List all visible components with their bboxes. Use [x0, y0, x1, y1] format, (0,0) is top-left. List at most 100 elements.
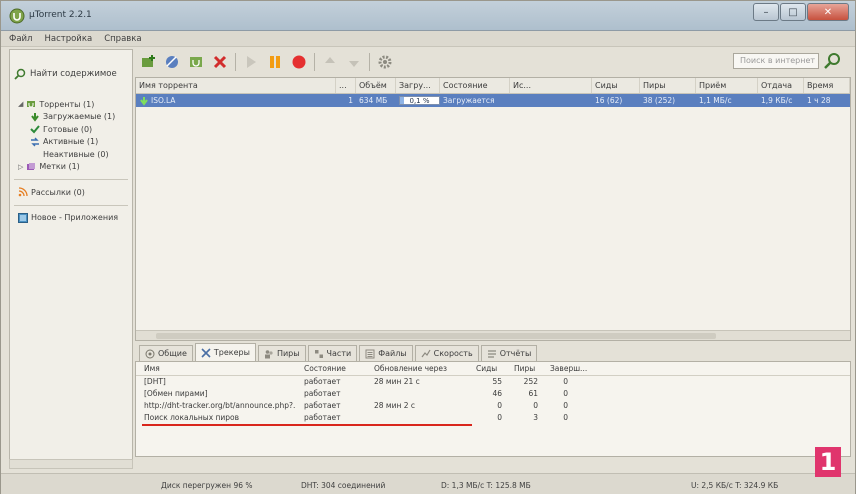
pause-button[interactable] [266, 53, 284, 71]
column-name[interactable]: Имя торрента [136, 78, 336, 93]
torrent-list-header: Имя торрента ... Объём Загру... Состояни… [136, 78, 850, 94]
column-done[interactable]: Загру... [396, 78, 440, 93]
status-dht[interactable]: DHT: 304 соединений [301, 481, 385, 490]
tab-label: Части [326, 349, 352, 358]
torrent-list-horizontal-scrollbar[interactable] [136, 330, 850, 340]
column-tracker-update[interactable]: Обновление через [366, 362, 468, 375]
column-peers[interactable]: Пиры [640, 78, 696, 93]
tracker-state: работает [304, 401, 341, 410]
add-url-button[interactable] [163, 53, 181, 71]
create-torrent-button[interactable] [187, 53, 205, 71]
sidebar-item-apps[interactable]: Новое - Приложения [10, 212, 132, 225]
status-bar: Диск перегружен 96 % DHT: 304 соединений… [1, 473, 855, 494]
tab-speed[interactable]: Скорость [414, 345, 479, 361]
column-seeds[interactable]: Сиды [592, 78, 640, 93]
close-button[interactable]: ✕ [807, 3, 849, 21]
find-content-button[interactable]: Найти содержимое [14, 56, 144, 92]
sidebar-item-labels[interactable]: ▷ Метки (1) [10, 161, 132, 174]
tracker-name: Поиск локальных пиров [144, 413, 240, 422]
sidebar-item-completed[interactable]: Готовые (0) [10, 123, 132, 136]
tracker-row[interactable]: [Обмен пирами] работает 46 61 0 [136, 388, 850, 400]
arrow-up-icon [325, 57, 335, 63]
stop-button[interactable] [290, 53, 308, 71]
minimize-button[interactable]: – [753, 3, 779, 21]
sidebar-horizontal-scrollbar[interactable] [9, 459, 133, 469]
sidebar-item-label: Неактивные (0) [43, 149, 109, 159]
trackers-table: Имя Состояние Обновление через Сиды Пиры… [135, 361, 851, 457]
torrent-row[interactable]: ISO.LA 1 634 МБ 0,1 % Загружается 16 (62… [136, 94, 850, 107]
detail-tabs: Общие Трекеры Пиры Части Файлы Скорость … [135, 343, 851, 361]
column-number[interactable]: ... [336, 78, 356, 93]
tracker-done: 0 [563, 389, 568, 398]
sidebar-item-active[interactable]: Активные (1) [10, 136, 132, 149]
downloading-arrow-icon [140, 96, 148, 106]
tracker-name: [Обмен пирами] [144, 389, 208, 398]
move-down-button[interactable] [345, 53, 363, 71]
column-tracker-done[interactable]: Заверш... [542, 362, 594, 375]
torrent-name: ISO.LA [151, 96, 176, 105]
tab-peers[interactable]: Пиры [257, 345, 306, 361]
column-up-speed[interactable]: Отдача [758, 78, 804, 93]
tab-general[interactable]: Общие [139, 345, 193, 361]
torrent-state: Загружается [443, 96, 495, 105]
torrent-eta: 1 ч 28 [807, 96, 831, 105]
column-source[interactable]: Ис... [510, 78, 592, 93]
column-tracker-peers[interactable]: Пиры [506, 362, 542, 375]
torrent-progress-cell: 0,1 % [396, 94, 440, 107]
rss-feed-icon [18, 187, 28, 197]
sidebar-item-torrents[interactable]: ◢ Торренты (1) [10, 98, 132, 111]
pause-icon [270, 56, 280, 68]
tracker-row[interactable]: http://dht-tracker.org/bt/announce.php?.… [136, 400, 850, 412]
tracker-name: [DHT] [144, 377, 166, 386]
column-tracker-seeds[interactable]: Сиды [468, 362, 506, 375]
add-url-icon [166, 56, 178, 68]
tab-trackers[interactable]: Трекеры [194, 343, 256, 361]
tracker-update: 28 мин 21 с [374, 377, 420, 386]
add-torrent-icon [142, 55, 155, 67]
speed-icon [421, 349, 431, 357]
settings-button[interactable] [376, 53, 394, 71]
find-content-label: Найти содержимое [30, 69, 117, 79]
tracker-update [366, 388, 468, 400]
trackers-header: Имя Состояние Обновление через Сиды Пиры… [136, 362, 850, 376]
sidebar-item-downloading[interactable]: Загружаемые (1) [10, 111, 132, 124]
web-search-input[interactable]: Поиск в интернет [733, 53, 819, 69]
column-eta[interactable]: Время [804, 78, 850, 93]
search-go-icon[interactable] [823, 51, 843, 71]
column-tracker-state[interactable]: Состояние [296, 362, 366, 375]
column-down-speed[interactable]: Приём [696, 78, 758, 93]
tab-label: Общие [158, 349, 187, 358]
gear-icon [378, 55, 392, 69]
menu-settings[interactable]: Настройка [44, 34, 92, 44]
tab-pieces[interactable]: Части [307, 345, 358, 361]
menu-help[interactable]: Справка [104, 34, 141, 44]
column-tracker-name[interactable]: Имя [136, 362, 296, 375]
expand-icon: ▷ [18, 162, 24, 171]
sidebar-item-inactive[interactable]: Неактивные (0) [10, 148, 132, 161]
menu-file[interactable]: Файл [9, 34, 32, 44]
tab-logger[interactable]: Отчёты [480, 345, 538, 361]
app-window: µTorrent 2.2.1 – □ ✕ Файл Настройка Спра… [0, 0, 856, 494]
status-download[interactable]: D: 1,3 МБ/с T: 125.8 МБ [441, 481, 531, 490]
add-torrent-button[interactable] [139, 53, 157, 71]
status-upload[interactable]: U: 2,5 КБ/с T: 324.9 КБ [691, 481, 778, 490]
tracker-update [366, 412, 468, 424]
remove-button[interactable] [211, 53, 229, 71]
column-status[interactable]: Состояние [440, 78, 510, 93]
toolbar-divider [235, 53, 236, 71]
tab-files[interactable]: Файлы [359, 345, 413, 361]
scrollbar-thumb[interactable] [156, 333, 716, 339]
move-up-button[interactable] [321, 53, 339, 71]
column-size[interactable]: Объём [356, 78, 396, 93]
tracker-done: 0 [563, 377, 568, 386]
apps-icon [18, 212, 28, 223]
progress-bar: 0,1 % [399, 96, 440, 105]
tracker-peers: 0 [533, 401, 538, 410]
tracker-row[interactable]: [DHT] работает 28 мин 21 с 55 252 0 [136, 376, 850, 388]
tracker-row[interactable]: Поиск локальных пиров работает 0 3 0 [136, 412, 850, 424]
category-tree: ◢ Торренты (1) Загружаемые (1) Готовые (… [10, 98, 132, 224]
maximize-button[interactable]: □ [780, 3, 806, 21]
start-button[interactable] [242, 53, 260, 71]
tab-label: Пиры [276, 349, 300, 358]
sidebar-item-feeds[interactable]: Рассылки (0) [10, 186, 132, 199]
